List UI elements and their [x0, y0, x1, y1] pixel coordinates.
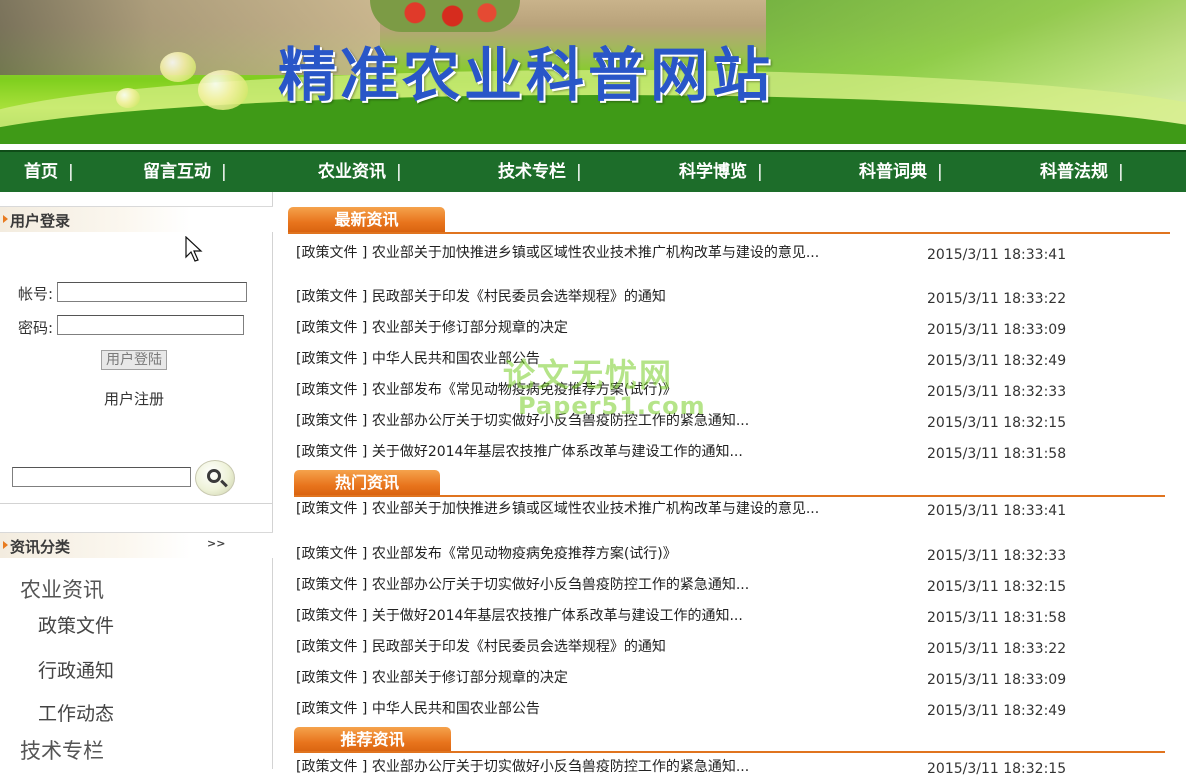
nav-label: 技术专栏 — [498, 162, 566, 182]
tab-latest-news[interactable]: 最新资讯 — [288, 207, 445, 233]
nav-label: 科普词典 — [859, 162, 927, 182]
nav-label: 首页 — [24, 162, 58, 182]
nav-label: 留言互动 — [143, 162, 211, 182]
news-date: 2015/3/11 18:32:33 — [927, 548, 1067, 564]
news-date: 2015/3/11 18:33:09 — [927, 672, 1067, 688]
nav-item-dictionary[interactable]: 科普词典 | — [859, 152, 943, 192]
news-title[interactable]: [政策文件 ] 农业部关于修订部分规章的决定 — [296, 670, 826, 686]
watermark-url: Paper51.com — [518, 392, 706, 420]
nav-item-messages[interactable]: 留言互动 | — [143, 152, 227, 192]
category-item-admin-notice[interactable]: 行政通知 — [38, 656, 114, 683]
account-label: 帐号: — [18, 285, 54, 303]
section-divider — [294, 495, 1165, 497]
search-button[interactable] — [195, 460, 235, 496]
search-icon-handle — [220, 479, 228, 488]
more-link[interactable]: >> — [207, 537, 225, 550]
news-title[interactable]: [政策文件 ] 关于做好2014年基层农技推广体系改革与建设工作的通知... — [296, 608, 826, 624]
news-date: 2015/3/11 18:33:09 — [927, 322, 1067, 338]
news-title[interactable]: [政策文件 ] 农业部关于修订部分规章的决定 — [296, 320, 826, 336]
news-date: 2015/3/11 18:32:49 — [927, 353, 1067, 369]
nav-item-tech-column[interactable]: 技术专栏 | — [498, 152, 582, 192]
category-panel: 资讯分类 >> 农业资讯 政策文件 行政通知 工作动态 技术专栏 — [0, 532, 273, 763]
nav-label: 农业资讯 — [318, 162, 386, 182]
news-date: 2015/3/11 18:32:33 — [927, 384, 1067, 400]
main-nav: 首页 | 留言互动 | 农业资讯 | 技术专栏 | 科学博览 | 科普词典 | 科普法规 | — [0, 150, 1186, 192]
news-title[interactable]: [政策文件 ] 农业部办公厅关于切实做好小反刍兽疫防控工作的紧急通知... — [296, 577, 826, 593]
search-input[interactable] — [12, 467, 191, 487]
category-tech-column[interactable]: 技术专栏 — [20, 735, 104, 765]
bubble-decoration — [198, 70, 248, 110]
news-date: 2015/3/11 18:31:58 — [927, 446, 1067, 462]
search-icon — [207, 469, 221, 483]
password-input[interactable] — [57, 315, 244, 335]
news-title[interactable]: [政策文件 ] 关于做好2014年基层农技推广体系改革与建设工作的通知... — [296, 444, 826, 460]
news-date: 2015/3/11 18:33:22 — [927, 641, 1067, 657]
news-title[interactable]: [政策文件 ] 农业部关于加快推进乡镇或区域性农业技术推广机构改革与建设的意见.… — [296, 501, 826, 517]
tab-hot-news[interactable]: 热门资讯 — [294, 470, 440, 496]
nav-separator: | — [68, 162, 74, 182]
news-title[interactable]: [政策文件 ] 中华人民共和国农业部公告 — [296, 701, 826, 717]
register-link[interactable]: 用户注册 — [104, 388, 164, 409]
nav-item-agri-news[interactable]: 农业资讯 | — [318, 152, 402, 192]
nav-item-home[interactable]: 首页 | — [24, 152, 74, 192]
login-header: 用户登录 — [0, 206, 273, 232]
news-date: 2015/3/11 18:32:15 — [927, 415, 1067, 431]
news-title[interactable]: [政策文件 ] 农业部办公厅关于切实做好小反刍兽疫防控工作的紧急通知... — [296, 759, 826, 775]
nav-label: 科普法规 — [1040, 162, 1108, 182]
news-date: 2015/3/11 18:32:15 — [927, 579, 1067, 595]
site-banner: 精准农业科普网站 — [0, 0, 1186, 144]
section-divider — [294, 751, 1165, 753]
news-title[interactable]: [政策文件 ] 民政部关于印发《村民委员会选举规程》的通知 — [296, 289, 826, 305]
watermark: 论文无忧网 — [503, 356, 674, 394]
login-panel: 用户登录 帐号: 密码: 用户登陆 用户注册 — [0, 206, 273, 504]
news-date: 2015/3/11 18:33:41 — [927, 503, 1067, 519]
nav-separator: | — [937, 162, 943, 182]
news-title[interactable]: [政策文件 ] 民政部关于印发《村民委员会选举规程》的通知 — [296, 639, 826, 655]
news-date: 2015/3/11 18:31:58 — [927, 610, 1067, 626]
main-content: 最新资讯 [政策文件 ] 农业部关于加快推进乡镇或区域性农业技术推广机构改革与建… — [283, 192, 1173, 777]
category-title: 资讯分类 — [10, 538, 71, 556]
category-item-work-updates[interactable]: 工作动态 — [38, 699, 114, 726]
news-title[interactable]: [政策文件 ] 农业部关于加快推进乡镇或区域性农业技术推广机构改革与建设的意见.… — [296, 245, 826, 261]
nav-item-regulations[interactable]: 科普法规 | — [1040, 152, 1124, 192]
bullet-arrow-icon — [3, 215, 8, 223]
section-divider — [288, 232, 1170, 234]
news-title[interactable]: [政策文件 ] 农业部发布《常见动物疫病免疫推荐方案(试行)》 — [296, 546, 826, 562]
password-label: 密码: — [18, 319, 54, 337]
category-agri-news[interactable]: 农业资讯 — [20, 574, 104, 604]
nav-item-science-expo[interactable]: 科学博览 | — [679, 152, 763, 192]
category-header: 资讯分类 >> — [0, 532, 273, 558]
nav-separator: | — [396, 162, 402, 182]
nav-separator: | — [757, 162, 763, 182]
news-date: 2015/3/11 18:33:22 — [927, 291, 1067, 307]
tab-recommended-news[interactable]: 推荐资讯 — [294, 727, 451, 753]
news-date: 2015/3/11 18:32:15 — [927, 761, 1067, 777]
news-date: 2015/3/11 18:32:49 — [927, 703, 1067, 719]
nav-label: 科学博览 — [679, 162, 747, 182]
nav-separator: | — [1118, 162, 1124, 182]
bullet-arrow-icon — [3, 541, 8, 549]
account-input[interactable] — [57, 282, 247, 302]
site-title: 精准农业科普网站 — [278, 41, 775, 109]
bubble-decoration — [160, 52, 196, 82]
login-title: 用户登录 — [10, 212, 71, 230]
bubble-decoration — [116, 88, 140, 108]
nav-separator: | — [221, 162, 227, 182]
login-button[interactable]: 用户登陆 — [101, 350, 167, 370]
news-date: 2015/3/11 18:33:41 — [927, 247, 1067, 263]
nav-separator: | — [576, 162, 582, 182]
category-item-policy[interactable]: 政策文件 — [38, 611, 114, 638]
mouse-cursor-icon — [185, 236, 203, 262]
left-sidebar: 用户登录 帐号: 密码: 用户登陆 用户注册 资讯分类 >> 农业资讯 政策文件… — [0, 192, 273, 769]
